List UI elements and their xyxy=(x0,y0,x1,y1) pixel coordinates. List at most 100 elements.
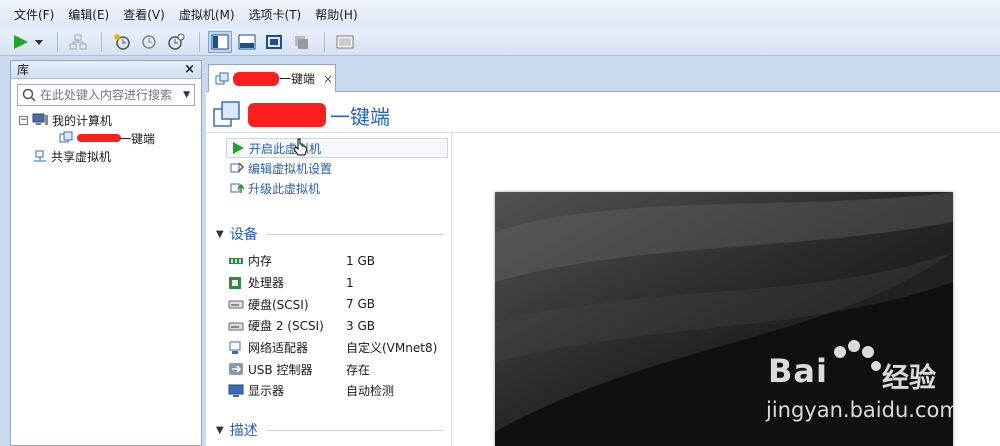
device-name: 硬盘(SCSI) xyxy=(248,297,309,312)
watermark-brand-cn: 经验 xyxy=(882,363,936,394)
library-tree: − 我的计算机 一键端 共享虚拟机 xyxy=(11,111,201,165)
device-row-display[interactable]: 显示器 自动检测 xyxy=(228,380,448,402)
tab-vm[interactable]: 一键端 × xyxy=(208,64,336,92)
library-view-icon xyxy=(211,34,229,49)
vm-large-icon xyxy=(213,101,240,127)
fullscreen-icon xyxy=(266,34,282,49)
device-row-network[interactable]: 网络适配器 自定义(VMnet8) xyxy=(228,337,448,359)
computer-icon xyxy=(32,113,48,127)
device-row-cpu[interactable]: 处理器 1 xyxy=(228,272,448,294)
device-name: 内存 xyxy=(248,254,273,269)
library-header: 库 × xyxy=(11,61,201,79)
search-input[interactable] xyxy=(40,88,184,102)
upgrade-icon xyxy=(230,181,244,195)
collapse-icon[interactable]: ▼ xyxy=(216,425,224,436)
tree-item-shared-vms[interactable]: 共享虚拟机 xyxy=(19,147,201,165)
settings-icon xyxy=(230,161,244,175)
device-list: 内存 1 GB 处理器 1 硬盘(SCSI) 7 GB 硬盘 2 (SCSI) … xyxy=(228,250,448,402)
device-row-usb[interactable]: USB 控制器 存在 xyxy=(228,358,448,380)
tree-item-vm[interactable]: 一键端 xyxy=(19,129,201,147)
edit-vm-settings-link[interactable]: 编辑虚拟机设置 xyxy=(226,158,448,178)
menu-bar: 文件(F) 编辑(E) 查看(V) 虚拟机(M) 选项卡(T) 帮助(H) xyxy=(0,0,1000,28)
device-row-hdd-2[interactable]: 硬盘 2 (SCSI) 3 GB xyxy=(228,315,448,337)
cpu-icon xyxy=(228,276,244,290)
menu-file[interactable]: 文件(F) xyxy=(14,6,54,23)
divider xyxy=(206,132,1000,133)
tree-label-shared-vms: 共享虚拟机 xyxy=(51,149,112,164)
thumbnail-bar-button[interactable] xyxy=(235,31,259,53)
play-icon xyxy=(14,34,43,49)
description-section-header[interactable]: ▼ 描述 xyxy=(216,420,444,440)
shared-vm-icon xyxy=(33,149,47,163)
revert-snapshot-button[interactable] xyxy=(137,31,161,53)
device-value: 3 GB xyxy=(346,318,375,333)
device-row-hdd[interactable]: 硬盘(SCSI) 7 GB xyxy=(228,293,448,315)
tree-item-my-computer[interactable]: − 我的计算机 xyxy=(19,111,201,129)
device-name: 硬盘 2 (SCSI) xyxy=(248,319,324,334)
devices-section-header[interactable]: ▼ 设备 xyxy=(216,224,444,244)
device-value: 自动检测 xyxy=(346,384,395,399)
console-icon xyxy=(336,35,354,48)
unity-button[interactable] xyxy=(289,31,313,53)
tab-label: 一键端 xyxy=(279,72,316,86)
device-value: 1 xyxy=(346,275,354,290)
cursor-hand-icon xyxy=(293,138,309,158)
divider xyxy=(265,429,444,431)
device-row-memory[interactable]: 内存 1 GB xyxy=(228,250,448,272)
power-on-vm-link[interactable]: 开启此虚拟机 xyxy=(226,138,448,158)
collapse-icon[interactable]: ▼ xyxy=(216,229,224,240)
console-view-button[interactable] xyxy=(333,31,357,53)
device-value: 1 GB xyxy=(346,253,375,268)
tab-strip: 一键端 × xyxy=(206,60,1000,92)
fullscreen-button[interactable] xyxy=(262,31,286,53)
library-search[interactable]: ▼ xyxy=(17,84,195,106)
watermark: Bai 经验 jingyan.baidu.com xyxy=(762,338,994,428)
device-name: USB 控制器 xyxy=(248,362,313,377)
menu-edit[interactable]: 编辑(E) xyxy=(68,6,109,23)
device-name: 处理器 xyxy=(248,276,285,291)
toolbar-separator xyxy=(101,31,102,52)
toolbar-separator xyxy=(57,31,58,52)
revert-icon xyxy=(142,34,156,49)
snapshot-manager-button[interactable] xyxy=(164,31,188,53)
snapshot-button[interactable] xyxy=(110,31,134,53)
chevron-down-icon[interactable]: ▼ xyxy=(183,90,190,100)
play-icon xyxy=(231,141,245,155)
divider xyxy=(265,233,444,235)
close-tab-button[interactable]: × xyxy=(323,72,333,86)
redaction-mark xyxy=(77,134,121,142)
menu-view[interactable]: 查看(V) xyxy=(123,6,165,23)
unity-icon xyxy=(295,35,308,49)
divider xyxy=(451,132,452,446)
device-value: 7 GB xyxy=(346,297,375,312)
page-title: 一键端 xyxy=(330,104,390,129)
tree-label-my-computer: 我的计算机 xyxy=(52,113,113,128)
search-icon xyxy=(22,88,36,102)
watermark-url: jingyan.baidu.com xyxy=(766,398,960,422)
snapshot-manager-icon xyxy=(168,33,185,50)
menu-vm[interactable]: 虚拟机(M) xyxy=(179,6,235,23)
snapshot-icon xyxy=(114,33,130,50)
network-icon xyxy=(228,341,244,355)
display-icon xyxy=(228,384,244,398)
collapse-icon[interactable]: − xyxy=(19,115,28,125)
close-library-button[interactable]: × xyxy=(184,62,195,77)
vm-title-row: 一键端 xyxy=(212,98,390,132)
network-icon xyxy=(69,34,87,49)
usb-icon xyxy=(228,362,244,376)
toolbar xyxy=(0,28,1000,56)
power-on-button[interactable] xyxy=(10,31,46,53)
watermark-brand: Bai xyxy=(768,352,828,390)
show-library-button[interactable] xyxy=(208,30,232,53)
device-name: 显示器 xyxy=(248,384,285,399)
toolbar-separator xyxy=(199,31,200,52)
library-panel: 库 × ▼ − 我的计算机 一键端 共享虚拟机 xyxy=(10,60,202,446)
device-name: 网络适配器 xyxy=(248,341,309,356)
action-label: 编辑虚拟机设置 xyxy=(248,161,333,176)
menu-tabs[interactable]: 选项卡(T) xyxy=(249,6,302,23)
action-label: 升级此虚拟机 xyxy=(248,181,321,196)
menu-help[interactable]: 帮助(H) xyxy=(315,6,357,23)
vm-tab-icon xyxy=(215,72,229,86)
network-button[interactable] xyxy=(66,31,90,53)
upgrade-vm-link[interactable]: 升级此虚拟机 xyxy=(226,178,448,198)
